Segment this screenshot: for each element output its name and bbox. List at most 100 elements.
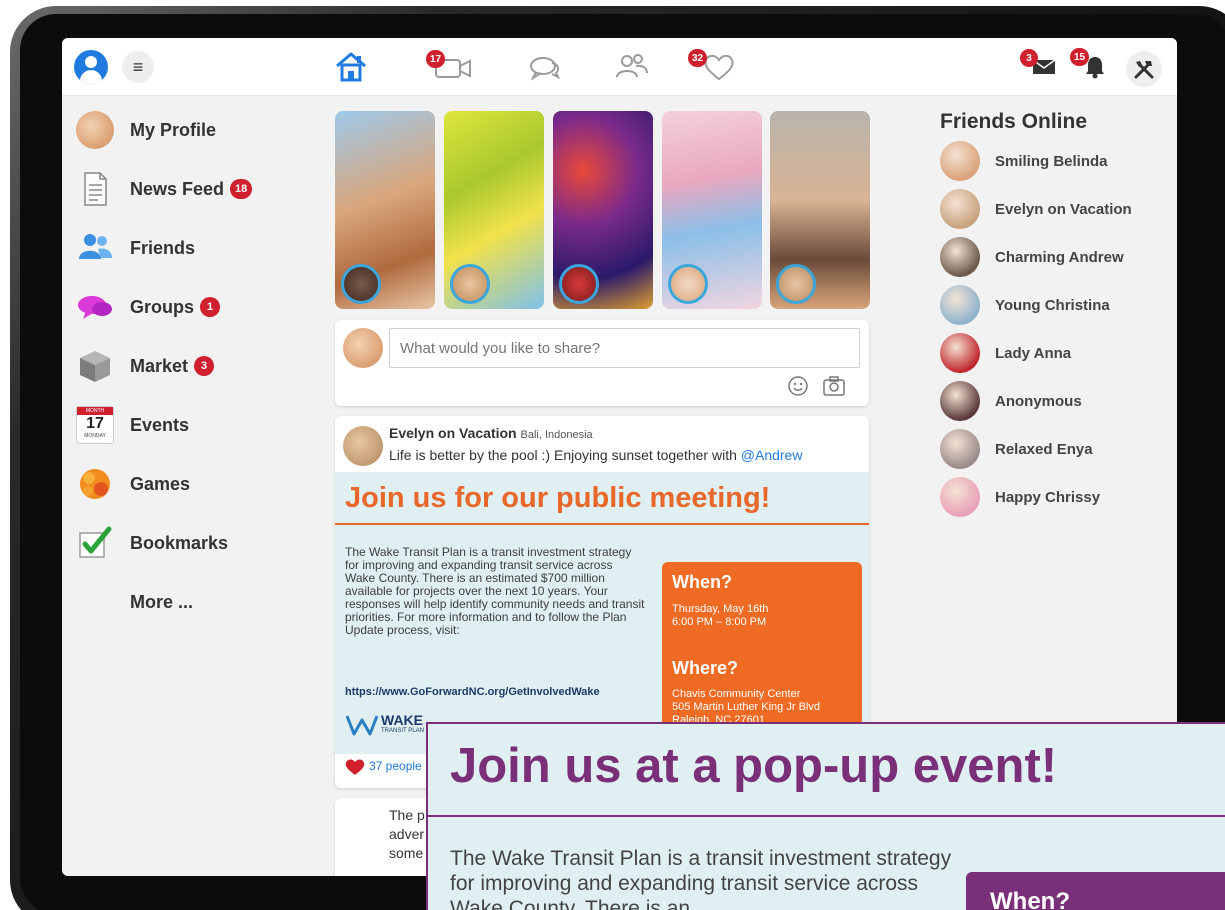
- sidebar-item-label: News Feed: [130, 178, 225, 199]
- sidebar-item-my-profile[interactable]: My Profile: [76, 108, 216, 152]
- poster-when-time: 6:00 PM – 8:00 PM: [672, 616, 767, 628]
- friend-name: Charming Andrew: [995, 248, 1124, 266]
- like-heart-icon[interactable]: [345, 758, 365, 776]
- story-avatar: [559, 264, 599, 304]
- friend-online-item[interactable]: Young Christina: [940, 284, 1110, 326]
- post-location: Bali, Indonesia: [520, 429, 593, 441]
- friend-name: Young Christina: [995, 296, 1110, 314]
- friend-online-item[interactable]: Lady Anna: [940, 332, 1071, 374]
- friend-avatar: [940, 333, 980, 373]
- wake-transit-logo-icon: [345, 715, 379, 736]
- bookmarks-checkmark-icon: [79, 526, 112, 558]
- sidebar-item-market[interactable]: Market 3: [76, 344, 215, 388]
- chat-icon[interactable]: [528, 55, 562, 81]
- friend-avatar: [940, 381, 980, 421]
- sidebar-item-label: My Profile: [130, 119, 217, 140]
- story-card[interactable]: [444, 111, 544, 309]
- settings-tools-icon[interactable]: [1126, 51, 1162, 87]
- calendar-icon: MONTH 17 MONDAY: [76, 406, 114, 444]
- friend-name: Relaxed Enya: [995, 440, 1093, 458]
- sidebar-item-label: Friends: [130, 237, 196, 258]
- post-author-name[interactable]: Evelyn on Vacation: [389, 425, 517, 441]
- second-post-text: The p adver some: [389, 807, 425, 861]
- story-card[interactable]: [662, 111, 762, 309]
- poster-title: Join us for our public meeting!: [345, 482, 771, 514]
- story-avatar: [668, 264, 708, 304]
- overlay-divider: [428, 815, 1225, 817]
- poster-divider: [335, 523, 869, 525]
- sidebar-item-bookmarks[interactable]: Bookmarks: [76, 521, 228, 565]
- friend-name: Anonymous: [995, 392, 1082, 410]
- top-bar: ≡ 17 32 3 15: [62, 38, 1177, 96]
- story-card[interactable]: [553, 111, 653, 309]
- notifications-badge: 15: [1070, 48, 1090, 66]
- friend-avatar: [940, 429, 980, 469]
- friends-online-title: Friends Online: [940, 110, 1088, 133]
- poster-link: https://www.GoForwardNC.org/GetInvolvedW…: [345, 686, 600, 698]
- poster-where-street: 505 Martin Luther King Jr Blvd: [672, 701, 820, 713]
- home-icon[interactable]: [334, 51, 368, 83]
- post-header: Evelyn on Vacation Bali, Indonesia: [389, 425, 593, 441]
- sidebar-item-label: Games: [130, 473, 191, 494]
- likes-heart-icon[interactable]: [702, 52, 736, 82]
- sidebar-item-games[interactable]: Games: [76, 462, 190, 506]
- wake-logo-text: WAKE: [381, 712, 423, 728]
- post-text-body: Life is better by the pool :) Enjoying s…: [389, 447, 737, 463]
- friend-avatar: [940, 141, 980, 181]
- poster-where-heading: Where?: [672, 658, 739, 678]
- sidebar-item-friends[interactable]: Friends: [76, 226, 195, 270]
- friend-avatar: [940, 285, 980, 325]
- hamburger-menu-icon[interactable]: ≡: [122, 51, 154, 83]
- poster-when-date: Thursday, May 16th: [672, 603, 769, 615]
- composer-card: [335, 320, 869, 406]
- friend-name: Happy Chrissy: [995, 488, 1101, 506]
- friend-avatar: [940, 237, 980, 277]
- groups-badge: 1: [200, 297, 221, 317]
- friend-online-item[interactable]: Evelyn on Vacation: [940, 188, 1132, 230]
- friend-online-item[interactable]: Charming Andrew: [940, 236, 1124, 278]
- likes-count[interactable]: 37 people: [369, 759, 422, 773]
- emoji-icon[interactable]: [787, 375, 809, 397]
- video-badge: 17: [426, 50, 446, 68]
- user-account-icon[interactable]: [74, 50, 108, 84]
- camera-icon[interactable]: [822, 375, 846, 397]
- poster-where-place: Chavis Community Center: [672, 688, 801, 700]
- friends-nav-icon[interactable]: [614, 52, 650, 82]
- mail-badge: 3: [1020, 49, 1038, 67]
- story-card[interactable]: [335, 111, 435, 309]
- friend-online-item[interactable]: Relaxed Enya: [940, 428, 1093, 470]
- post-text: Life is better by the pool :) Enjoying s…: [389, 447, 802, 463]
- story-card[interactable]: [770, 111, 870, 309]
- news-feed-badge: 18: [230, 179, 253, 199]
- share-input[interactable]: [389, 328, 860, 368]
- friends-icon: [79, 234, 112, 259]
- market-badge: 3: [194, 356, 215, 376]
- story-avatar: [341, 264, 381, 304]
- friend-online-item[interactable]: Happy Chrissy: [940, 476, 1100, 518]
- post-image-poster[interactable]: Join us for our public meeting! The Wake…: [335, 472, 869, 754]
- sidebar-item-label: More ...: [130, 591, 194, 612]
- sidebar-item-groups[interactable]: Groups 1: [76, 285, 221, 329]
- friend-name: Evelyn on Vacation: [995, 200, 1132, 218]
- post-author-avatar: [343, 426, 383, 466]
- stage: ≡ 17 32 3 15 My Profile News Feed 18 Fri…: [0, 0, 1225, 910]
- sidebar-item-label: Bookmarks: [130, 532, 229, 553]
- sidebar-item-label: Events: [130, 414, 190, 435]
- story-avatar: [450, 264, 490, 304]
- market-box-icon: [80, 351, 110, 382]
- friend-name: Smiling Belinda: [995, 152, 1108, 170]
- overlay-when-heading: When?: [990, 888, 1070, 910]
- friend-online-item[interactable]: Smiling Belinda: [940, 140, 1108, 182]
- sidebar-item-events[interactable]: MONTH 17 MONDAY Events: [76, 403, 189, 447]
- overlay-when-box: When?: [966, 872, 1225, 910]
- friend-name: Lady Anna: [995, 344, 1072, 362]
- groups-icon: [78, 296, 112, 319]
- sidebar-item-more[interactable]: More ...: [130, 580, 193, 624]
- sidebar-item-label: Market: [130, 355, 189, 376]
- sidebar-item-news-feed[interactable]: News Feed 18: [76, 167, 253, 211]
- friend-online-item[interactable]: Anonymous: [940, 380, 1082, 422]
- games-icon: [80, 469, 110, 499]
- likes-badge: 32: [688, 49, 708, 67]
- poster-body-text: The Wake Transit Plan is a transit inves…: [345, 545, 645, 637]
- post-mention-link[interactable]: @Andrew: [741, 447, 803, 463]
